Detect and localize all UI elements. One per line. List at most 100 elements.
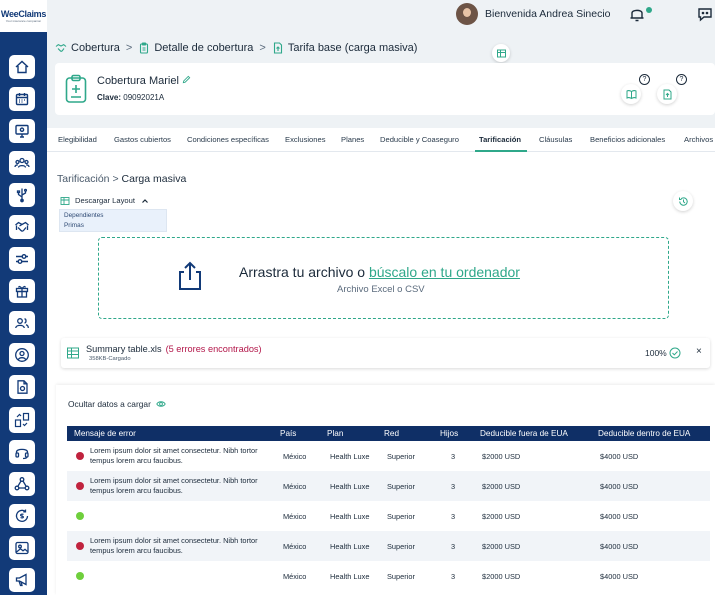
download-layout-menu: Dependientes Primas (59, 209, 167, 232)
section-breadcrumb-parent[interactable]: Tarificación (57, 173, 110, 185)
column-header[interactable]: Deducible dentro de EUA (598, 429, 690, 438)
clipboard-icon (140, 42, 149, 54)
document-icon (17, 380, 28, 394)
hijos-cell: 3 (451, 572, 456, 581)
red-cell: Superior (387, 452, 415, 461)
menu-item-primas[interactable]: Primas (64, 222, 84, 229)
sidebar-announcements-button[interactable] (9, 568, 35, 592)
user-pair-icon (15, 318, 29, 329)
breadcrumb-detalle[interactable]: Detalle de cobertura (154, 42, 253, 54)
ok-status-dot (76, 512, 84, 520)
sidebar-contacts-button[interactable] (9, 311, 35, 335)
column-header[interactable]: Hijos (440, 429, 458, 438)
download-layout-label: Descargar Layout (75, 196, 135, 205)
upload-progress: 100% (645, 348, 667, 358)
sidebar-documents-button[interactable] (9, 375, 35, 399)
column-header[interactable]: Deducible fuera de EUA (480, 429, 568, 438)
edit-pencil-icon[interactable] (182, 75, 191, 84)
coverage-name-text: Cobertura Mariel (97, 75, 179, 87)
plan-cell: Health Luxe (330, 512, 370, 521)
red-cell: Superior (387, 542, 415, 551)
column-header[interactable]: País (280, 429, 296, 438)
bell-icon[interactable] (628, 5, 646, 23)
sidebar-handshake-button[interactable] (9, 215, 35, 239)
hide-data-label: Ocultar datos a cargar (68, 399, 151, 409)
uploaded-file-card: Summary table.xls (5 errores encontrados)… (61, 338, 710, 368)
red-cell: Superior (387, 572, 415, 581)
sidebar-network-button[interactable] (9, 472, 35, 496)
file-dropzone[interactable]: Arrastra tu archivo o búscalo en tu orde… (98, 237, 669, 319)
remove-file-button[interactable]: × (696, 346, 702, 357)
history-button[interactable] (673, 191, 693, 211)
pais-cell: México (283, 572, 307, 581)
table-row[interactable]: México Health Luxe Superior 3 $2000 USD $4000… (67, 501, 710, 531)
tab-tarificacion[interactable]: Tarificación (479, 135, 521, 144)
sidebar-gallery-button[interactable] (9, 536, 35, 560)
eye-icon (156, 401, 166, 407)
download-layout-button[interactable]: Descargar Layout (60, 193, 166, 208)
chevron-up-icon (142, 198, 148, 203)
table-header: Mensaje de error País Plan Red Hijos Ded… (67, 426, 710, 441)
hijos-cell: 3 (451, 512, 456, 521)
upload-document-button[interactable] (657, 84, 677, 104)
sidebar-usb-button[interactable] (9, 183, 35, 207)
history-icon (678, 196, 688, 206)
sidebar-groups-button[interactable] (9, 151, 35, 175)
tab-beneficios[interactable]: Beneficios adicionales (590, 135, 665, 144)
help-badge[interactable]: ? (676, 74, 687, 85)
check-circle-icon (669, 347, 681, 359)
coverage-card: Cobertura Mariel Clave: 09092021A ? ? (55, 63, 715, 115)
monitor-icon (15, 124, 29, 138)
column-header[interactable]: Mensaje de error (74, 429, 136, 438)
tab-condiciones[interactable]: Condiciones específicas (187, 135, 269, 144)
tab-deducible[interactable]: Deducible y Coaseguro (380, 135, 459, 144)
table-row[interactable]: México Health Luxe Superior 3 $2000 USD $4000… (67, 561, 710, 591)
plan-cell: Health Luxe (330, 452, 370, 461)
chat-icon[interactable] (696, 5, 714, 23)
breadcrumb: Cobertura > Detalle de cobertura > Tarif… (55, 42, 417, 54)
brand-logo[interactable]: WeeClaims Your insurance companion (0, 0, 47, 32)
spreadsheet-float-button[interactable] (492, 44, 510, 62)
help-badge[interactable]: ? (639, 74, 650, 85)
user-avatar[interactable] (456, 3, 478, 25)
breadcrumb-cobertura[interactable]: Cobertura (71, 42, 120, 54)
excel-file-icon (67, 347, 79, 359)
sidebar-monitor-button[interactable] (9, 119, 35, 143)
sliders-icon (16, 254, 28, 264)
manual-button[interactable] (621, 84, 641, 104)
brand-tagline: Your insurance companion (5, 19, 42, 23)
table-row[interactable]: Lorem ipsum dolor sit amet consectetur. … (67, 531, 710, 561)
browse-files-link[interactable]: búscalo en tu ordenador (369, 264, 520, 280)
table-row[interactable]: Lorem ipsum dolor sit amet consectetur. … (67, 441, 710, 471)
sidebar-home-button[interactable] (9, 55, 35, 79)
sidebar-support-button[interactable] (9, 440, 35, 464)
menu-item-dependientes[interactable]: Dependientes (64, 212, 103, 219)
tab-gastos-cubiertos[interactable]: Gastos cubiertos (114, 135, 171, 144)
medical-clipboard-icon (65, 74, 87, 103)
handshake-icon (55, 43, 67, 52)
hijos-cell: 3 (451, 452, 456, 461)
hide-data-toggle[interactable]: Ocultar datos a cargar (68, 399, 166, 409)
section-breadcrumb-current: Carga masiva (121, 173, 187, 185)
sidebar-settings-button[interactable] (9, 247, 35, 271)
tab-clausulas[interactable]: Cláusulas (539, 135, 572, 144)
sidebar-calendar-button[interactable] (9, 87, 35, 111)
pais-cell: México (283, 512, 307, 521)
fuera-cell: $2000 USD (482, 542, 521, 551)
tab-archivos[interactable]: Archivos (684, 135, 713, 144)
sidebar-payments-button[interactable] (9, 504, 35, 528)
column-header[interactable]: Red (384, 429, 399, 438)
tab-elegibilidad[interactable]: Elegibilidad (58, 135, 97, 144)
file-meta: 358KB-Cargado (89, 356, 131, 362)
sidebar-profile-button[interactable] (9, 343, 35, 367)
notification-dot (646, 7, 652, 13)
red-cell: Superior (387, 512, 415, 521)
sidebar-gift-button[interactable] (9, 279, 35, 303)
table-row[interactable]: Lorem ipsum dolor sit amet consectetur. … (67, 471, 710, 501)
user-circle-icon (15, 348, 29, 362)
tab-exclusiones[interactable]: Exclusiones (285, 135, 326, 144)
sidebar-file-transfer-button[interactable] (9, 407, 35, 433)
column-header[interactable]: Plan (327, 429, 343, 438)
tab-planes[interactable]: Planes (341, 135, 364, 144)
brand-name: WeeClaims (0, 9, 47, 19)
